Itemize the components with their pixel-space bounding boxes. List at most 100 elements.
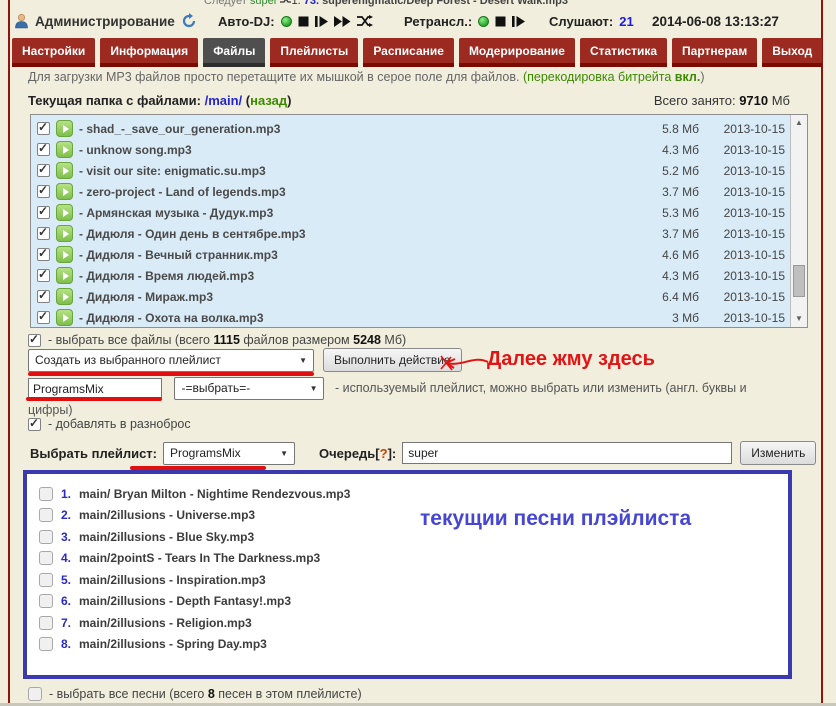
song-number: 3. xyxy=(61,530,71,544)
annotation-underline xyxy=(28,372,314,376)
file-checkbox[interactable]: ✓ xyxy=(37,185,50,198)
scroll-down-icon[interactable]: ▼ xyxy=(791,311,807,327)
play-button[interactable] xyxy=(56,204,73,221)
change-button[interactable]: Изменить xyxy=(740,441,816,465)
file-date: 2013-10-15 xyxy=(705,311,785,325)
back-paren-close: ) xyxy=(287,93,291,108)
song-checkbox[interactable] xyxy=(39,573,53,587)
stop-icon[interactable] xyxy=(298,16,309,27)
tab-statistics[interactable]: Статистика xyxy=(580,38,667,67)
song-checkbox[interactable] xyxy=(39,616,53,630)
current-playlist-box: 1. main/ Bryan Milton - Nightime Rendezv… xyxy=(23,470,792,679)
header-bar: Администрирование Авто-DJ: Ретрансл.: Сл… xyxy=(0,9,836,35)
file-checkbox[interactable]: ✓ xyxy=(37,290,50,303)
queue-input[interactable] xyxy=(402,442,732,464)
song-checkbox[interactable] xyxy=(39,551,53,565)
playlist-row: 8. main/2illusions - Spring Day.mp3 xyxy=(39,634,788,656)
shuffle-icon[interactable] xyxy=(357,15,373,27)
song-checkbox[interactable] xyxy=(39,487,53,501)
disk-usage-value: 9710 xyxy=(739,93,768,108)
back-link[interactable]: назад xyxy=(250,93,287,108)
select-all-files-checkbox[interactable]: ✓ xyxy=(28,334,41,347)
file-checkbox[interactable]: ✓ xyxy=(37,122,50,135)
play-button[interactable] xyxy=(56,267,73,284)
play-button[interactable] xyxy=(56,120,73,137)
add-shuffled-checkbox[interactable]: ✓ xyxy=(28,418,41,431)
play-next-icon[interactable] xyxy=(315,16,328,27)
file-size: 5.3 Мб xyxy=(647,206,699,220)
playlist-select[interactable]: ProgramsMix▼ xyxy=(163,442,295,465)
scroll-up-icon[interactable]: ▲ xyxy=(791,115,807,131)
song-checkbox[interactable] xyxy=(39,637,53,651)
file-name: - visit our site: enigmatic.su.mp3 xyxy=(79,164,641,178)
file-date: 2013-10-15 xyxy=(705,290,785,304)
next-track-no: 73. xyxy=(304,0,322,7)
next-queue-num: 1. xyxy=(291,0,303,7)
file-size: 4.6 Мб xyxy=(647,248,699,262)
file-name: - Дидюля - Время людей.mp3 xyxy=(79,269,641,283)
file-checkbox[interactable]: ✓ xyxy=(37,248,50,261)
file-checkbox[interactable]: ✓ xyxy=(37,143,50,156)
check-icon: ✓ xyxy=(29,416,39,430)
file-checkbox[interactable]: ✓ xyxy=(37,164,50,177)
play-button[interactable] xyxy=(56,246,73,263)
playlist-name-input[interactable] xyxy=(28,378,162,399)
fast-forward-icon[interactable] xyxy=(334,16,351,27)
tab-files[interactable]: Файлы xyxy=(203,38,265,67)
relay-status-dot xyxy=(478,16,489,27)
play-button[interactable] xyxy=(56,183,73,200)
check-icon: ✓ xyxy=(38,162,48,176)
file-date: 2013-10-15 xyxy=(705,227,785,241)
file-name: - zero-project - Land of legends.mp3 xyxy=(79,185,641,199)
current-folder-link[interactable]: /main/ xyxy=(205,93,246,108)
play-button[interactable] xyxy=(56,141,73,158)
song-number: 8. xyxy=(61,637,71,651)
file-row: ✓ - Дидюля - Один день в сентябре.mp3 3.… xyxy=(37,223,785,244)
play-button[interactable] xyxy=(56,225,73,242)
select-all-files-text2: файлов размером xyxy=(240,333,353,347)
song-name: main/2illusions - Inspiration.mp3 xyxy=(79,573,266,587)
file-checkbox[interactable]: ✓ xyxy=(37,206,50,219)
play-button[interactable] xyxy=(56,288,73,305)
file-list-scrollbar[interactable]: ▲ ▼ xyxy=(790,115,807,327)
song-name: main/2illusions - Spring Day.mp3 xyxy=(79,637,267,651)
song-number: 2. xyxy=(61,508,71,522)
playlist-select-value: ProgramsMix xyxy=(170,446,241,460)
playlist-choose-select[interactable]: -=выбрать=-▼ xyxy=(174,377,324,400)
queue-row: Выбрать плейлист: ProgramsMix▼ Очередь[?… xyxy=(30,441,816,465)
datetime-group: 2014-06-08 13:13:27 xyxy=(652,9,779,33)
play-button[interactable] xyxy=(56,309,73,326)
select-all-songs-checkbox[interactable] xyxy=(28,687,42,701)
tab-exit[interactable]: Выход xyxy=(762,38,822,67)
song-checkbox[interactable] xyxy=(39,530,53,544)
check-icon: ✓ xyxy=(29,332,39,346)
tab-partners[interactable]: Партнерам xyxy=(672,38,757,67)
file-checkbox[interactable]: ✓ xyxy=(37,269,50,282)
tab-schedule[interactable]: Расписание xyxy=(363,38,454,67)
recode-link[interactable]: (перекодировка битрейта xyxy=(523,70,675,84)
tab-playlists[interactable]: Плейлисты xyxy=(270,38,358,67)
refresh-icon[interactable] xyxy=(181,13,197,29)
autodj-status-dot xyxy=(281,16,292,27)
annotation-click-here: Далее жму здесь xyxy=(487,348,655,371)
tab-moderation[interactable]: Модерирование xyxy=(459,38,575,67)
play-button[interactable] xyxy=(56,162,73,179)
song-checkbox[interactable] xyxy=(39,594,53,608)
playlist-row: 7. main/2illusions - Religion.mp3 xyxy=(39,612,788,634)
select-all-songs-row: - выбрать все песни (всего 8 песен в это… xyxy=(28,687,362,701)
listeners-count: 21 xyxy=(619,14,633,29)
queue-help-link[interactable]: ? xyxy=(380,446,388,461)
scrollbar-thumb[interactable] xyxy=(793,265,805,297)
file-row: ✓ - zero-project - Land of legends.mp3 3… xyxy=(37,181,785,202)
play-next-icon[interactable] xyxy=(512,16,525,27)
action-select[interactable]: Создать из выбранного плейлист▼ xyxy=(28,349,314,372)
file-checkbox[interactable]: ✓ xyxy=(37,311,50,324)
song-checkbox[interactable] xyxy=(39,508,53,522)
recode-state[interactable]: вкл. xyxy=(675,70,701,84)
tab-settings[interactable]: Настройки xyxy=(12,38,95,67)
tab-information[interactable]: Информация xyxy=(100,38,198,67)
song-number: 6. xyxy=(61,594,71,608)
stop-icon[interactable] xyxy=(495,16,506,27)
playlist-choose-value: -=выбрать=- xyxy=(181,378,250,399)
file-checkbox[interactable]: ✓ xyxy=(37,227,50,240)
